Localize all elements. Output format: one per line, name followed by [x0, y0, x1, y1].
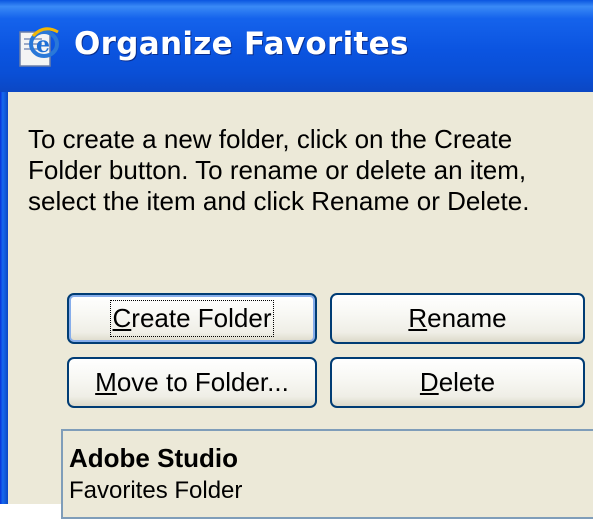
instructions-text: To create a new folder, click on the Cre… [28, 124, 534, 216]
rename-button[interactable]: Rename [330, 293, 585, 344]
selected-item-name: Adobe Studio [69, 443, 238, 473]
create-folder-button[interactable]: Create Folder [67, 293, 317, 344]
delete-button-label: Delete [419, 367, 496, 397]
selected-item-details[interactable]: Adobe Studio Favorites Folder [61, 429, 593, 519]
window-title: Organize Favorites [74, 26, 409, 62]
title-bar[interactable]: e Organize Favorites [0, 0, 593, 92]
window-border [0, 92, 8, 504]
delete-button[interactable]: Delete [330, 357, 585, 408]
move-to-folder-button[interactable]: Move to Folder... [67, 357, 317, 408]
rename-button-label: Rename [408, 303, 507, 333]
selected-item-type: Favorites Folder [69, 477, 243, 504]
svg-text:e: e [36, 32, 50, 58]
ie-favorites-icon: e [19, 27, 59, 67]
move-to-folder-button-label: Move to Folder... [95, 367, 289, 397]
organize-favorites-dialog: e Organize Favorites To create a new fol… [0, 0, 593, 519]
create-folder-button-label: Create Folder [109, 300, 275, 337]
